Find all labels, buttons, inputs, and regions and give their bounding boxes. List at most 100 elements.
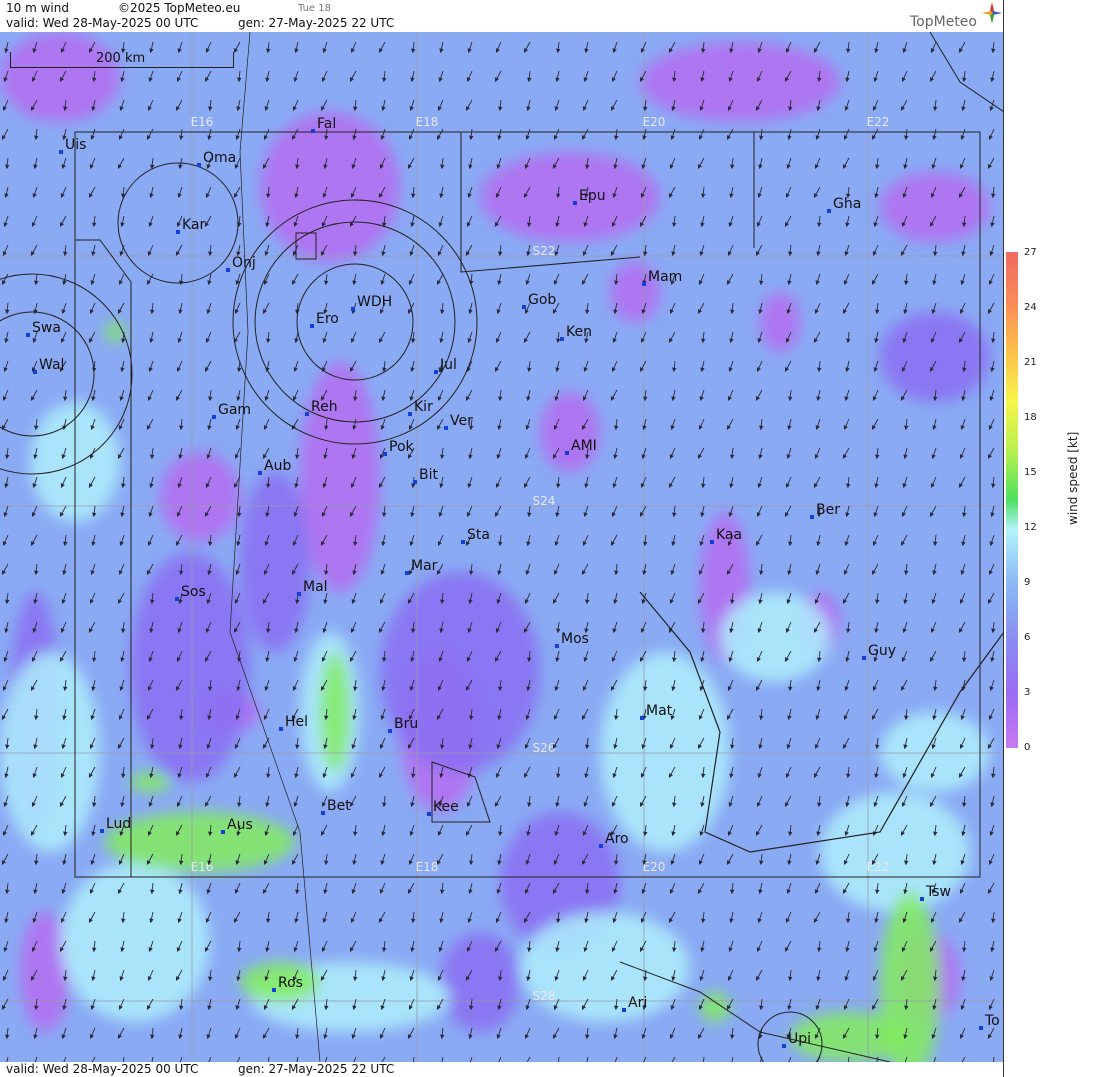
place-marker — [920, 897, 924, 901]
latitude-label: S26 — [533, 741, 556, 755]
place-label: Lud — [106, 816, 131, 832]
longitude-label: E18 — [416, 115, 439, 129]
place-label: Ari — [628, 995, 647, 1011]
place-label: Onj — [232, 255, 256, 271]
place-marker — [782, 1044, 786, 1048]
place-label: Oma — [203, 150, 236, 166]
wind-speed-colorbar — [1006, 252, 1018, 748]
place-label: Bit — [419, 467, 438, 483]
map-title: 10 m wind — [6, 1, 69, 15]
longitude-label: E22 — [867, 860, 890, 874]
longitude-label: E20 — [643, 860, 666, 874]
place-label: Ros — [278, 975, 303, 991]
place-marker — [197, 163, 201, 167]
place-marker — [560, 337, 564, 341]
place-marker — [640, 716, 644, 720]
place-marker — [573, 201, 577, 205]
place-marker — [305, 412, 309, 416]
place-label: Aro — [605, 831, 629, 847]
legend-tick-label: 12 — [1024, 522, 1037, 533]
place-label: Kaa — [716, 527, 742, 543]
place-marker — [642, 282, 646, 286]
place-label: Kar — [182, 217, 206, 233]
wind-map[interactable]: E16 E16 E18 E18 E20 E20 E22 E22 S22 S24 S26 S28 Uis… — [0, 32, 1004, 1062]
footer-generated-time: gen: 27-May-2025 22 UTC — [238, 1062, 395, 1076]
latitude-label: S22 — [533, 244, 556, 258]
place-marker — [710, 540, 714, 544]
place-label: Mat — [646, 703, 673, 719]
place-label: Gam — [218, 402, 251, 418]
place-label: Mos — [561, 631, 589, 647]
longitude-label: E16 — [191, 115, 214, 129]
place-label: Sos — [181, 584, 206, 600]
place-marker — [175, 597, 179, 601]
place-label: Swa — [32, 320, 61, 336]
place-label: Kir — [414, 399, 433, 415]
place-label: WDH — [357, 294, 392, 310]
footer-valid-time: valid: Wed 28-May-2025 00 UTC — [6, 1062, 199, 1076]
place-label: Sta — [467, 527, 490, 543]
place-marker — [405, 571, 409, 575]
place-label: Mal — [303, 579, 328, 595]
latitude-label: S28 — [533, 989, 556, 1003]
place-label: Fal — [317, 116, 336, 132]
place-marker — [26, 333, 30, 337]
place-label: To — [984, 1013, 1000, 1029]
place-marker — [565, 451, 569, 455]
place-label: Aus — [227, 817, 253, 833]
place-label: Epu — [579, 188, 606, 204]
place-label: Bru — [394, 716, 418, 732]
topmeteo-logo[interactable]: TopMeteo — [910, 14, 977, 30]
legend-tick-label: 27 — [1024, 247, 1037, 258]
place-label: Pok — [389, 439, 415, 455]
generated-time: gen: 27-May-2025 22 UTC — [238, 16, 395, 30]
wind-map-canvas: E16 E16 E18 E18 E20 E20 E22 E22 S22 S24 S26 S28 Uis… — [0, 32, 1004, 1062]
place-marker — [461, 540, 465, 544]
place-label: Uis — [65, 137, 86, 153]
day-label: Tue 18 — [298, 3, 331, 14]
place-marker — [351, 307, 355, 311]
place-marker — [434, 370, 438, 374]
place-marker — [979, 1026, 983, 1030]
place-marker — [555, 644, 559, 648]
place-marker — [522, 305, 526, 309]
place-label: Upi — [788, 1031, 811, 1047]
place-label: Tsw — [925, 884, 951, 900]
place-label: Guy — [868, 643, 896, 659]
legend-tick-label: 15 — [1024, 467, 1037, 478]
place-marker — [321, 811, 325, 815]
place-label: Aub — [264, 458, 291, 474]
place-marker — [413, 480, 417, 484]
latitude-label: S24 — [533, 494, 556, 508]
legend-tick-label: 18 — [1024, 412, 1037, 423]
place-label: Bet — [327, 798, 351, 814]
place-label: AMI — [571, 438, 597, 454]
place-label: Ero — [316, 311, 339, 327]
legend-tick-label: 0 — [1024, 742, 1031, 753]
compass-logo-icon — [982, 2, 1002, 24]
place-label: Gob — [528, 292, 556, 308]
place-marker — [258, 471, 262, 475]
place-marker — [279, 727, 283, 731]
place-marker — [599, 844, 603, 848]
place-marker — [272, 988, 276, 992]
legend-tick-label: 3 — [1024, 687, 1031, 698]
panel-divider — [1003, 0, 1004, 1077]
place-marker — [221, 830, 225, 834]
place-marker — [311, 129, 315, 133]
legend-tick-label: 21 — [1024, 357, 1037, 368]
place-label: Reh — [311, 399, 338, 415]
place-label: Hel — [285, 714, 308, 730]
legend-tick-label: 24 — [1024, 302, 1037, 313]
place-marker — [622, 1008, 626, 1012]
copyright-text: ©2025 TopMeteo.eu — [118, 1, 241, 15]
place-marker — [383, 452, 387, 456]
longitude-label: E18 — [416, 860, 439, 874]
place-marker — [297, 592, 301, 596]
place-label: Ken — [566, 324, 592, 340]
place-label: Ver — [450, 413, 473, 429]
place-label: Gha — [833, 196, 861, 212]
place-marker — [33, 370, 37, 374]
place-marker — [408, 412, 412, 416]
place-marker — [176, 230, 180, 234]
